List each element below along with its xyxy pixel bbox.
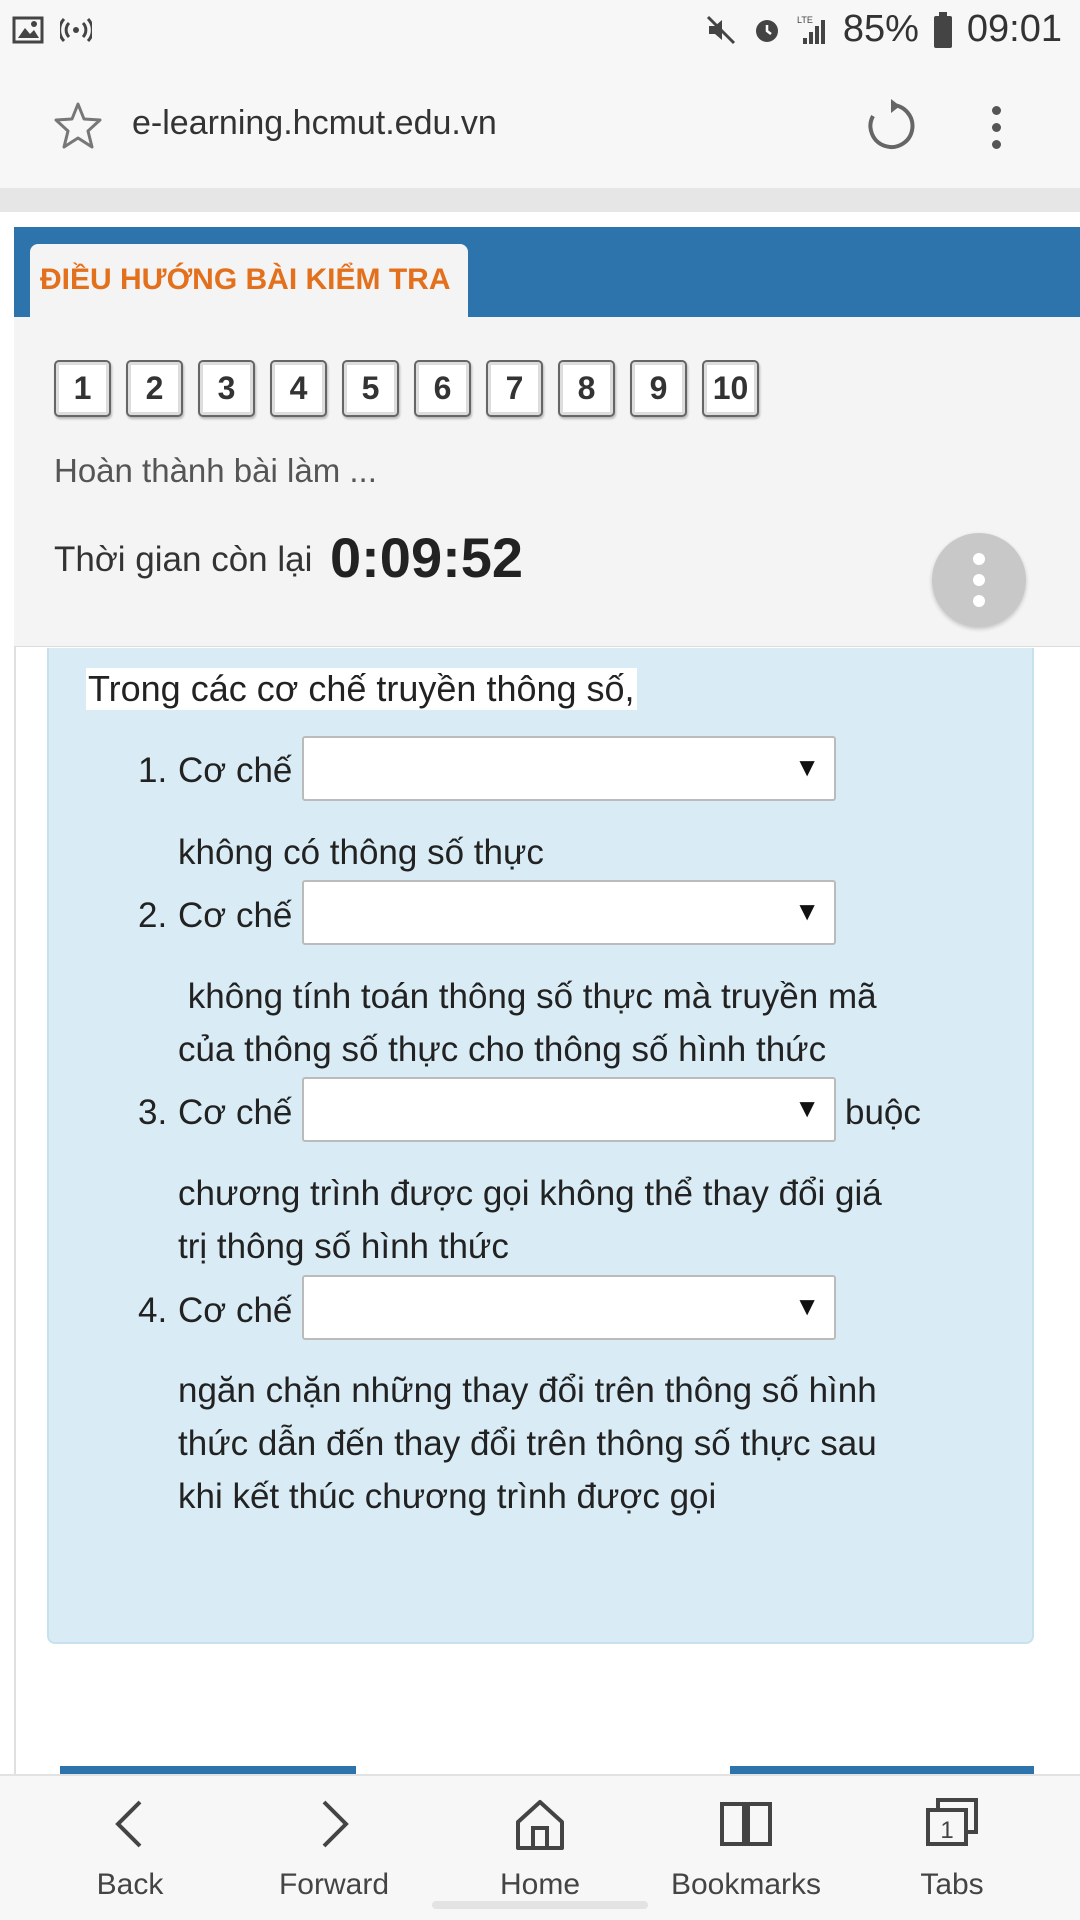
home-button[interactable]: Home	[450, 1794, 630, 1902]
item-prefix: Cơ chế	[178, 1291, 293, 1330]
item-inline-text: buộc	[845, 1093, 921, 1132]
item-text-line: khi kết thúc chương trình được gọi	[178, 1477, 717, 1516]
question-button[interactable]: 10	[702, 360, 759, 417]
timer-value: 0:09:52	[330, 526, 524, 589]
question-button[interactable]: 6	[414, 360, 471, 417]
clock: 09:01	[966, 8, 1062, 50]
forward-button[interactable]: Forward	[244, 1794, 424, 1902]
home-label: Home	[499, 1868, 581, 1901]
bookmark-star-icon[interactable]	[52, 100, 104, 152]
dropdown-arrow-icon: ▼	[794, 752, 820, 782]
back-button[interactable]: Back	[40, 1794, 220, 1902]
answer-select-4[interactable]: ▼	[302, 1275, 836, 1340]
svg-text:LTE: LTE	[797, 15, 813, 25]
alarm-icon	[755, 19, 778, 42]
dropdown-arrow-icon: ▼	[794, 896, 820, 926]
status-bar: LTE 85% 09:01	[0, 0, 1080, 62]
url-text[interactable]: e-learning.hcmut.edu.vn	[132, 104, 497, 143]
item-number: 2.	[138, 896, 168, 935]
browser-toolbar: e-learning.hcmut.edu.vn	[0, 62, 1080, 188]
question-button[interactable]: 5	[342, 360, 399, 417]
image-notification-icon	[12, 16, 44, 44]
dropdown-arrow-icon: ▼	[794, 1291, 820, 1321]
forward-arrow-icon	[322, 1800, 349, 1848]
question-button[interactable]: 8	[558, 360, 615, 417]
more-options-button[interactable]	[932, 533, 1026, 627]
item-text-line: không tính toán thông số thực mà truyền …	[178, 977, 877, 1016]
back-label: Back	[96, 1868, 164, 1901]
question-button[interactable]: 3	[198, 360, 255, 417]
quiz-nav-title: ĐIỀU HƯỚNG BÀI KIỂM TRA	[40, 263, 451, 296]
tabs-label: Tabs	[920, 1868, 984, 1901]
gesture-handle	[432, 1901, 648, 1909]
item-text-line: ngăn chặn những thay đổi trên thông số h…	[178, 1371, 877, 1410]
item-text-line: không có thông số thực	[178, 833, 544, 872]
reload-icon[interactable]	[864, 99, 918, 153]
item-text-line: chương trình được gọi không thể thay đổi…	[178, 1174, 882, 1213]
question-button[interactable]: 1	[54, 360, 111, 417]
question-intro: Trong các cơ chế truyền thông số,	[86, 668, 637, 710]
answer-select-3[interactable]: ▼	[302, 1077, 836, 1142]
bookmarks-button[interactable]: Bookmarks	[656, 1794, 836, 1902]
question-button[interactable]: 2	[126, 360, 183, 417]
item-prefix: Cơ chế	[178, 896, 293, 935]
item-number: 4.	[138, 1291, 168, 1330]
tabs-button[interactable]: 1 Tabs	[862, 1794, 1042, 1902]
bookmarks-label: Bookmarks	[670, 1868, 822, 1901]
browser-bottom-nav: Back Forward Home Bookmarks 1 Tabs	[0, 1774, 1080, 1920]
item-prefix: Cơ chế	[178, 1093, 293, 1132]
finish-attempt-link[interactable]: Hoàn thành bài làm ...	[54, 452, 377, 490]
question-button[interactable]: 4	[270, 360, 327, 417]
timer-label: Thời gian còn lại	[54, 540, 313, 579]
mute-icon	[706, 15, 735, 44]
answer-select-2[interactable]: ▼	[302, 880, 836, 945]
tabs-count: 1	[940, 1817, 953, 1844]
item-number: 3.	[138, 1093, 168, 1132]
broadcast-icon	[60, 17, 92, 43]
battery-icon	[933, 11, 952, 48]
bookmarks-book-icon	[720, 1802, 772, 1846]
forward-label: Forward	[278, 1868, 390, 1901]
quiz-navigation: ĐIỀU HƯỚNG BÀI KIỂM TRA 1 2 3 4 5 6 7 8 …	[14, 227, 1080, 647]
item-prefix: Cơ chế	[178, 751, 293, 790]
dropdown-arrow-icon: ▼	[794, 1093, 820, 1123]
question-buttons: 1 2 3 4 5 6 7 8 9 10	[54, 360, 759, 417]
back-arrow-icon	[115, 1800, 142, 1848]
answer-select-1[interactable]: ▼	[302, 736, 836, 801]
toolbar-divider	[0, 188, 1080, 212]
home-icon	[516, 1800, 564, 1850]
item-text-line: thức dẫn đến thay đổi trên thông số thực…	[178, 1424, 877, 1463]
item-text-line: của thông số thực cho thông số hình thức	[178, 1030, 827, 1069]
tabs-icon: 1	[926, 1798, 978, 1846]
item-text-line: trị thông số hình thức	[178, 1227, 509, 1266]
browser-menu-icon[interactable]	[980, 102, 1012, 150]
question-button[interactable]: 9	[630, 360, 687, 417]
item-number: 1.	[138, 751, 168, 790]
question-button[interactable]: 7	[486, 360, 543, 417]
battery-percent: 85%	[842, 8, 919, 50]
signal-icon: LTE	[797, 15, 825, 44]
